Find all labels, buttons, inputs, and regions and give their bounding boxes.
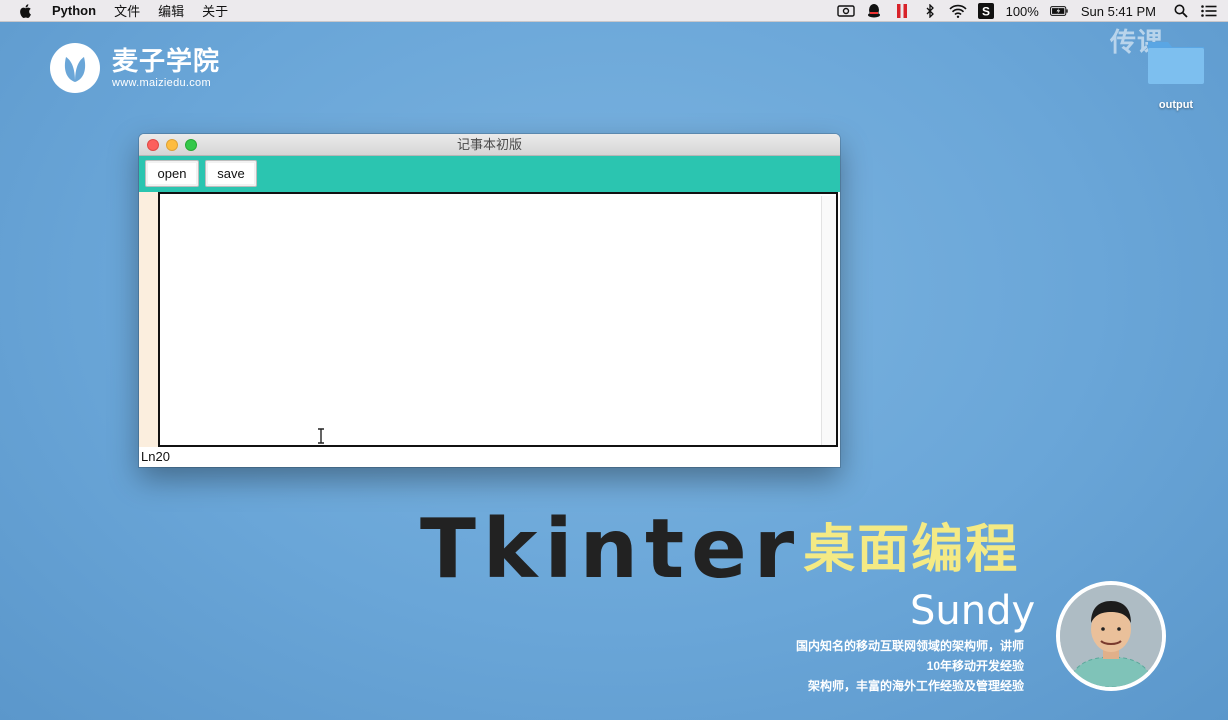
bluetooth-icon[interactable] — [921, 3, 939, 19]
menu-edit[interactable]: 编辑 — [158, 1, 184, 20]
bio-line: 架构师，丰富的海外工作经验及管理经验 — [807, 679, 1024, 693]
presenter-avatar — [1056, 581, 1166, 691]
apple-icon[interactable] — [18, 3, 34, 19]
notification-center-icon[interactable] — [1200, 3, 1218, 19]
window-title: 记事本初版 — [456, 137, 522, 152]
close-window-button[interactable] — [147, 139, 159, 151]
folder-icon[interactable] — [1146, 34, 1206, 86]
minimize-window-button[interactable] — [166, 139, 178, 151]
camera-icon[interactable] — [836, 3, 855, 19]
presenter-portrait-icon — [1060, 585, 1162, 687]
open-button[interactable]: open — [145, 160, 199, 187]
leaf-logo-icon — [50, 43, 100, 93]
zoom-window-button[interactable] — [185, 139, 197, 151]
line-number-gutter — [139, 192, 158, 447]
window-titlebar[interactable]: 记事本初版 — [139, 134, 840, 156]
status-area: S 100% Sun 5:41 PM — [832, 0, 1228, 22]
wifi-icon[interactable] — [949, 3, 967, 19]
spotlight-search-icon[interactable] — [1172, 3, 1190, 19]
status-bar: Ln20 — [139, 447, 840, 467]
menu-app-python[interactable]: Python — [52, 3, 96, 18]
presenter-bio: 国内知名的移动互联网领域的架构师，讲师 10年移动开发经验 架构师，丰富的海外工… — [796, 636, 1024, 696]
qq-icon[interactable] — [865, 3, 883, 19]
course-title: Tkinter 桌面编程 — [420, 505, 1019, 595]
text-editor[interactable] — [158, 192, 838, 447]
toolbar: open save — [139, 156, 840, 192]
menu-bar: Python 文件 编辑 关于 S 100% Sun 5:41 PM — [0, 0, 1228, 22]
bio-line: 10年移动开发经验 — [926, 659, 1024, 673]
vertical-scrollbar[interactable] — [821, 196, 836, 445]
save-button[interactable]: save — [205, 160, 257, 187]
presenter-name: Sundy — [910, 588, 1036, 634]
logo-title: 麦子学院 — [112, 46, 221, 76]
course-title-en: Tkinter — [420, 502, 802, 597]
folder-label[interactable]: output — [1136, 99, 1216, 111]
maizi-logo: 麦子学院 www.maiziedu.com — [50, 43, 220, 93]
logo-url: www.maiziedu.com — [112, 77, 211, 89]
svg-text:S: S — [982, 5, 990, 19]
notepad-window: 记事本初版 open save Ln20 — [139, 134, 840, 467]
menu-file[interactable]: 文件 — [114, 1, 140, 20]
bio-line: 国内知名的移动互联网领域的架构师，讲师 — [795, 639, 1024, 653]
menubar-clock[interactable]: Sun 5:41 PM — [1081, 4, 1156, 19]
menu-about[interactable]: 关于 — [202, 1, 228, 20]
course-title-cn: 桌面编程 — [803, 521, 1020, 579]
sogou-input-icon[interactable]: S — [977, 3, 995, 19]
text-cursor-icon — [318, 428, 324, 444]
battery-percent: 100% — [1005, 3, 1039, 19]
battery-icon[interactable] — [1049, 3, 1068, 19]
pause-recording-icon[interactable] — [893, 3, 911, 19]
